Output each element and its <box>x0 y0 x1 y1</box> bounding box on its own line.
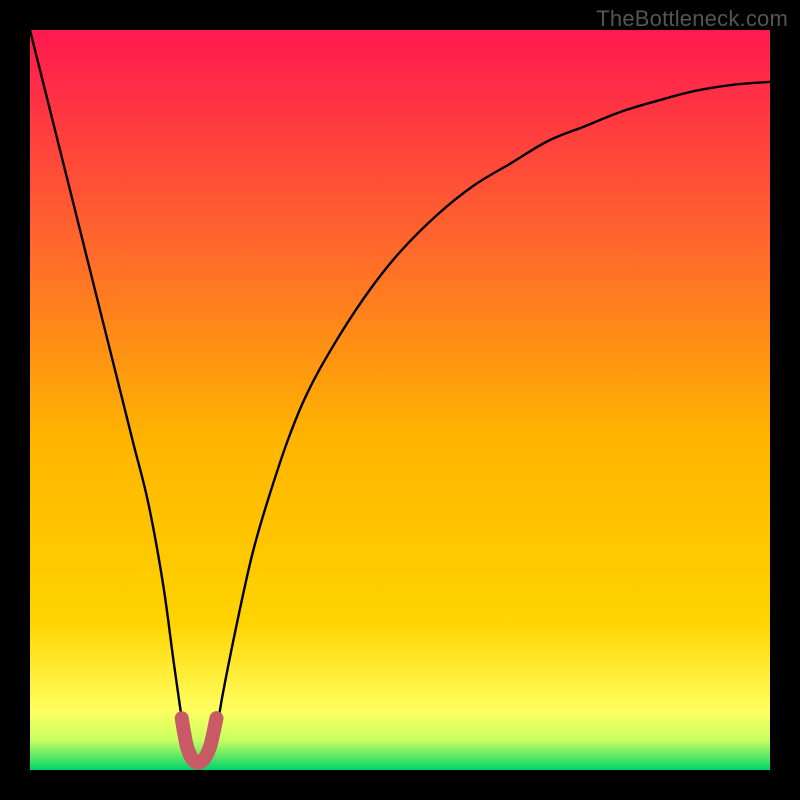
gradient-bg <box>30 30 770 770</box>
chart-frame: TheBottleneck.com <box>0 0 800 800</box>
plot-area <box>30 30 770 770</box>
watermark-label: TheBottleneck.com <box>596 6 788 32</box>
chart-svg <box>30 30 770 770</box>
